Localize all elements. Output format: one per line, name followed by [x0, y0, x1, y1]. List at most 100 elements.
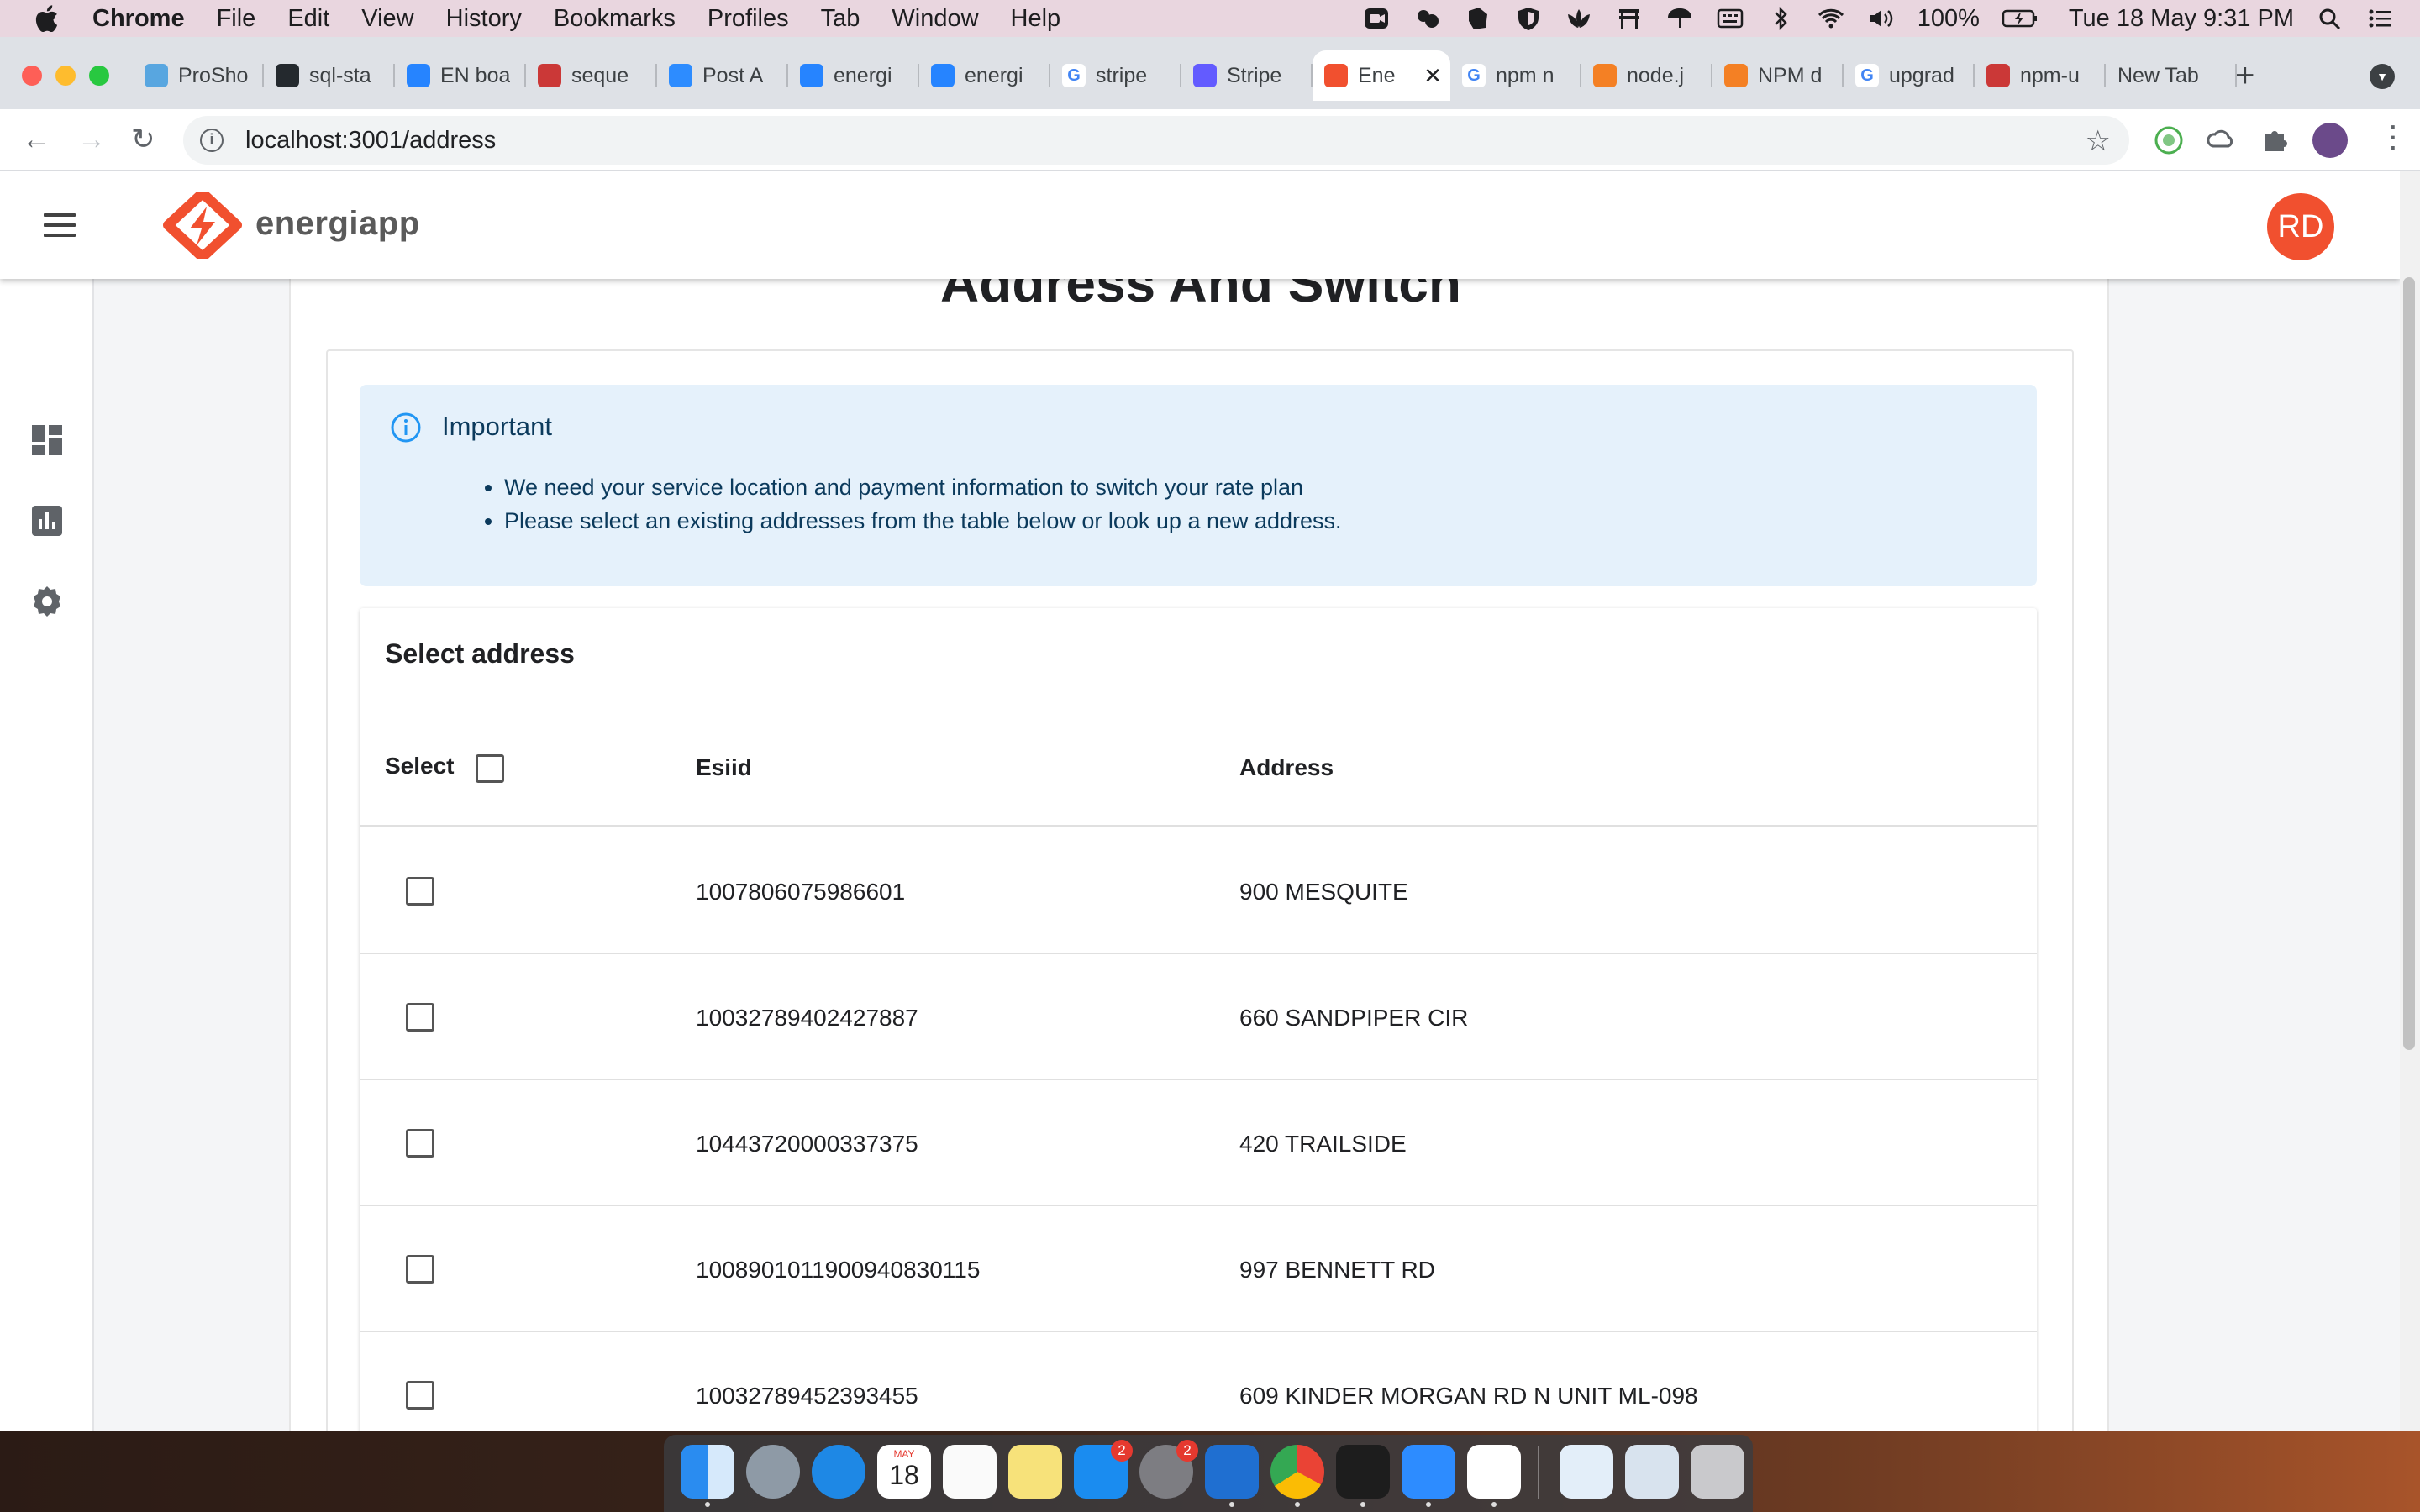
menu-profiles[interactable]: Profiles [708, 5, 789, 33]
address-bar-url[interactable]: localhost:3001/address [245, 127, 496, 155]
select-all-checkbox[interactable] [476, 754, 504, 783]
close-window-button[interactable] [22, 66, 42, 86]
browser-tab[interactable]: node.j [1581, 50, 1712, 101]
forward-button[interactable]: → [77, 124, 106, 155]
slack-app-icon[interactable] [1467, 1445, 1521, 1507]
table-row[interactable]: 10032789452393455 609 KINDER MORGAN RD N … [360, 1332, 2037, 1431]
menu-app-name[interactable]: Chrome [92, 5, 185, 33]
page-scrollbar-thumb[interactable] [2403, 277, 2415, 1050]
menu-edit[interactable]: Edit [287, 5, 329, 33]
menu-bookmarks[interactable]: Bookmarks [554, 5, 676, 33]
table-row[interactable]: 1008901011900940830115 997 BENNETT RD [360, 1206, 2037, 1332]
column-header-address[interactable]: Address [1239, 754, 1334, 781]
browser-tab[interactable]: Stripe [1181, 50, 1313, 101]
browser-tab[interactable]: seque [526, 50, 657, 101]
table-row[interactable]: 1007806075986601 900 MESQUITE [360, 828, 2037, 954]
browser-profile-avatar[interactable] [2312, 123, 2348, 158]
menu-file[interactable]: File [217, 5, 256, 33]
downloads-folder-icon[interactable] [1560, 1445, 1613, 1499]
row-select-checkbox[interactable] [406, 1003, 434, 1032]
zoom-app-icon[interactable] [1402, 1445, 1455, 1507]
menubar-clock[interactable]: Tue 18 May 9:31 PM [2069, 5, 2294, 33]
table-row[interactable]: 10443720000337375 420 TRAILSIDE [360, 1080, 2037, 1206]
browser-tab[interactable]: Post A [657, 50, 788, 101]
dashboard-icon[interactable] [30, 423, 64, 457]
bluetooth-status-icon[interactable] [1766, 6, 1795, 31]
app-sidebar [0, 171, 94, 1431]
notes-app-icon[interactable] [1008, 1445, 1062, 1499]
menu-tab[interactable]: Tab [821, 5, 860, 33]
shield-status-icon[interactable] [1514, 6, 1543, 31]
browser-tab[interactable]: EN boa [395, 50, 526, 101]
npm-favicon-icon [1986, 64, 2010, 87]
evernote-status-icon[interactable] [1464, 6, 1492, 31]
lotus-status-icon[interactable] [1565, 6, 1593, 31]
table-row[interactable]: 10032789402427887 660 SANDPIPER CIR [360, 954, 2037, 1080]
menu-view[interactable]: View [361, 5, 413, 33]
browser-tab[interactable]: NPM d [1712, 50, 1844, 101]
keyboard-status-icon[interactable] [1716, 6, 1744, 31]
user-avatar[interactable]: RD [2267, 193, 2334, 260]
apple-logo-icon[interactable] [34, 4, 59, 33]
row-select-checkbox[interactable] [406, 877, 434, 906]
menu-help[interactable]: Help [1011, 5, 1061, 33]
calendar-app-icon[interactable]: MAY 18 [877, 1445, 931, 1499]
launchpad-app-icon[interactable] [746, 1445, 800, 1499]
reload-button[interactable]: ↻ [131, 124, 155, 155]
volume-status-icon[interactable] [1867, 6, 1896, 31]
new-tab-button[interactable]: + [2235, 59, 2254, 92]
row-select-checkbox[interactable] [406, 1129, 434, 1158]
zoom-status-icon[interactable] [1363, 6, 1392, 31]
browser-tab[interactable]: New Tab [2106, 50, 2237, 101]
notification-center-icon[interactable] [2366, 6, 2395, 31]
app-store-app-icon[interactable]: 2 [1074, 1440, 1133, 1499]
tab-search-icon[interactable]: ▼ [2370, 64, 2395, 89]
browser-tab[interactable]: Gnpm n [1450, 50, 1581, 101]
finder-app-icon[interactable] [681, 1445, 734, 1507]
back-button[interactable]: ← [22, 124, 50, 155]
energiapp-logo-icon[interactable] [160, 192, 245, 259]
extension-green-icon[interactable] [2153, 124, 2185, 156]
wifi-status-icon[interactable] [1817, 6, 1845, 31]
terminal-app-icon[interactable] [1336, 1445, 1390, 1507]
maximize-window-button[interactable] [89, 66, 109, 86]
browser-tab[interactable]: npm-u [1975, 50, 2106, 101]
reminders-app-icon[interactable] [943, 1445, 997, 1499]
browser-tab[interactable]: energi [788, 50, 919, 101]
app-logo-text[interactable]: energiapp [255, 205, 420, 243]
bookmark-star-icon[interactable]: ☆ [2086, 124, 2111, 158]
screen-recordings-folder-icon[interactable] [1625, 1445, 1679, 1499]
browser-tab[interactable]: Gupgrad [1844, 50, 1975, 101]
menu-window[interactable]: Window [892, 5, 978, 33]
chrome-app-icon[interactable] [1270, 1445, 1324, 1507]
trash-icon[interactable] [1691, 1445, 1744, 1499]
system-preferences-app-icon[interactable]: 2 [1139, 1440, 1198, 1499]
analytics-icon[interactable] [30, 504, 64, 538]
row-select-checkbox[interactable] [406, 1381, 434, 1410]
browser-tab[interactable]: ProSho [133, 50, 264, 101]
address-bar[interactable]: i localhost:3001/address ☆ [183, 116, 2129, 165]
spotlight-search-icon[interactable] [2316, 6, 2344, 31]
extensions-puzzle-icon[interactable] [2259, 124, 2291, 156]
safari-app-icon[interactable] [812, 1445, 865, 1499]
tab-title: energi [965, 63, 1023, 87]
chrome-menu-icon[interactable]: ⋮ [2378, 119, 2408, 155]
menu-hamburger-icon[interactable] [44, 213, 76, 237]
column-header-esiid[interactable]: Esiid [696, 754, 752, 781]
settings-gear-icon[interactable] [30, 585, 64, 618]
browser-tab[interactable]: sql-sta [264, 50, 395, 101]
browser-tab[interactable]: energi [919, 50, 1050, 101]
row-select-checkbox[interactable] [406, 1255, 434, 1284]
browser-tab[interactable]: Gstripe [1050, 50, 1181, 101]
menu-history[interactable]: History [446, 5, 522, 33]
close-tab-icon[interactable]: ✕ [1423, 63, 1442, 89]
extension-cloud-icon[interactable] [2205, 124, 2237, 156]
site-info-icon[interactable]: i [200, 129, 224, 152]
umbrella-status-icon[interactable] [1665, 6, 1694, 31]
battery-icon[interactable] [2002, 6, 2039, 31]
minimize-window-button[interactable] [55, 66, 76, 86]
vscode-app-icon[interactable] [1205, 1445, 1259, 1507]
bench-status-icon[interactable] [1615, 6, 1644, 31]
weather-status-icon[interactable] [1413, 6, 1442, 31]
browser-tab[interactable]: Ene ✕ [1313, 50, 1450, 101]
